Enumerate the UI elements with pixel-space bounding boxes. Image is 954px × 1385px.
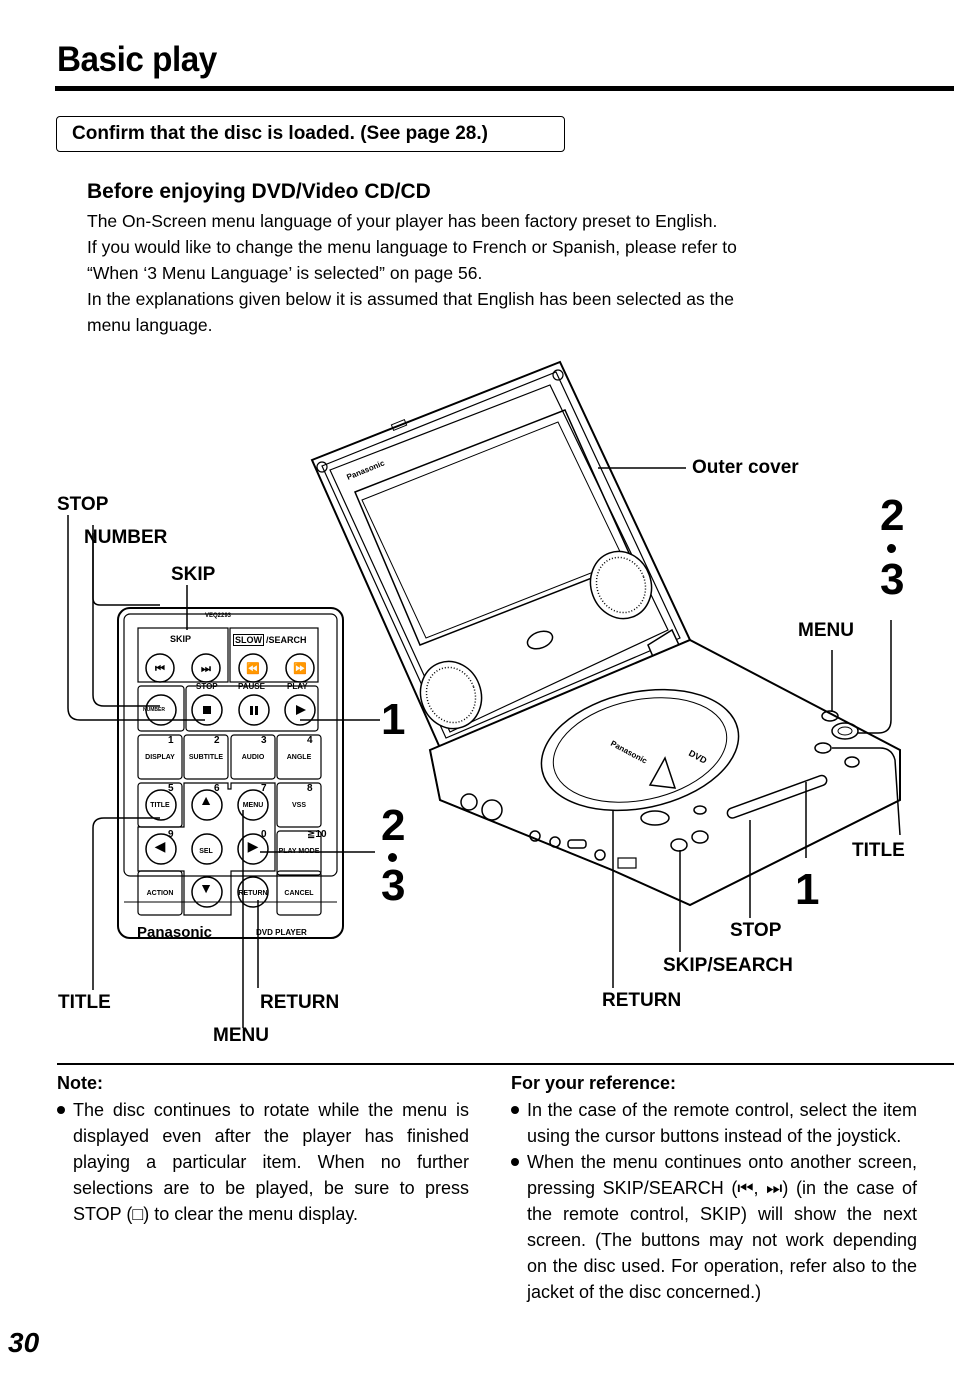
player-step-2: 2: [880, 491, 905, 540]
remote-key-cancel: CANCEL: [284, 890, 314, 897]
remote-key-play-mode: PLAY MODE: [278, 848, 320, 855]
remote-key-number: ≧10: [307, 829, 327, 840]
callout-player-title: TITLE: [852, 840, 905, 861]
remote-skip-label: SKIP: [170, 634, 192, 644]
remote-key-number: 0: [261, 829, 267, 840]
remote-key-title: TITLE: [150, 802, 170, 809]
intro-line-4: In the explanations given below it is as…: [87, 289, 734, 309]
confirm-text: Confirm that the disc is loaded. (See pa…: [72, 123, 488, 144]
remote-model: VEQ2293: [205, 613, 232, 619]
remote-pause-label: PAUSE: [238, 682, 265, 691]
remote-step-2: 2: [381, 801, 406, 850]
callout-remote-menu: MENU: [213, 1025, 269, 1046]
callout-outer-cover: Outer cover: [692, 457, 799, 478]
player-step-dot: [887, 544, 896, 553]
note-title: Note:: [57, 1073, 103, 1093]
remote-key--: ▶: [247, 838, 259, 854]
remote-brand: Panasonic: [137, 924, 213, 941]
remote-key-subtitle: SUBTITLE: [188, 754, 224, 761]
player-step-1: 1: [795, 865, 820, 914]
remote-key--: ▼: [199, 880, 213, 896]
remote-number-button: NUMBER: [143, 707, 165, 713]
remote-key-vss: VSS: [291, 802, 306, 809]
remote-product: DVD PLAYER: [256, 928, 307, 937]
callout-remote-stop: STOP: [57, 494, 109, 515]
note-body: The disc continues to rotate while the m…: [57, 1097, 469, 1227]
remote-key-display: DISPLAY: [145, 754, 175, 761]
page-title: Basic play: [57, 40, 217, 79]
page-number: 30: [8, 1327, 40, 1358]
note-item: The disc continues to rotate while the m…: [57, 1097, 469, 1227]
rewind-icon: ⏪: [246, 662, 260, 675]
remote-key-return: RETURN: [238, 890, 268, 897]
remote-key-number: 4: [307, 735, 313, 746]
stop-icon: [203, 706, 211, 714]
title-rule: [55, 86, 954, 91]
reference-title: For your reference:: [511, 1073, 677, 1093]
remote-key-action: ACTION: [146, 890, 174, 897]
remote-key-number: 2: [214, 735, 220, 746]
remote-key-menu: MENU: [242, 802, 264, 809]
intro-line-2: If you would like to change the menu lan…: [87, 237, 737, 257]
section-heading: Before enjoying DVD/Video CD/CD: [87, 180, 431, 203]
remote-play-label: PLAY: [287, 682, 308, 691]
callout-remote-title: TITLE: [58, 992, 111, 1013]
player-step-3: 3: [880, 555, 905, 604]
intro-line-3: “When ‘3 Menu Language’ is selected” on …: [87, 263, 483, 283]
skip-prev-icon: ⏮: [155, 663, 165, 675]
remote-slow-label: SLOW: [233, 634, 264, 646]
remote-key-audio: AUDIO: [241, 754, 265, 761]
notes-divider: [57, 1063, 954, 1065]
callout-player-menu: MENU: [798, 620, 854, 641]
remote-key-number: 6: [214, 783, 220, 794]
intro-line-5: menu language.: [87, 315, 213, 335]
remote-key-number: 1: [168, 735, 174, 746]
callout-player-stop: STOP: [730, 920, 782, 941]
remote-key-number: 5: [168, 783, 174, 794]
remote-key--: ▲: [199, 792, 213, 808]
remote-key--: ◀: [154, 838, 166, 854]
remote-key-number: 8: [307, 783, 313, 794]
reference-item: In the case of the remote control, selec…: [511, 1097, 917, 1149]
remote-key-number: 3: [261, 735, 267, 746]
reference-body: In the case of the remote control, selec…: [511, 1097, 917, 1305]
reference-item: When the menu continues onto another scr…: [511, 1149, 917, 1305]
remote-stop-label: STOP: [196, 682, 218, 691]
callout-player-skip-search: SKIP/SEARCH: [663, 955, 793, 976]
callout-remote-return: RETURN: [260, 992, 340, 1013]
remote-key-number: 7: [261, 783, 267, 794]
callout-remote-skip: SKIP: [171, 564, 216, 585]
remote-key-sel: SEL: [199, 848, 213, 855]
callout-player-return: RETURN: [602, 990, 682, 1011]
skip-next-icon: ⏭: [201, 663, 211, 675]
remote-step-3: 3: [381, 861, 406, 910]
remote-key-angle: ANGLE: [286, 754, 312, 761]
remote-search-label: /SEARCH: [266, 635, 307, 645]
intro-line-1: The On-Screen menu language of your play…: [87, 211, 718, 231]
callout-remote-number: NUMBER: [84, 527, 168, 548]
remote-step-1: 1: [381, 695, 406, 744]
pause-icon: [250, 706, 253, 715]
fast-forward-icon: ⏩: [293, 662, 307, 675]
remote-key-number: 9: [168, 829, 174, 840]
